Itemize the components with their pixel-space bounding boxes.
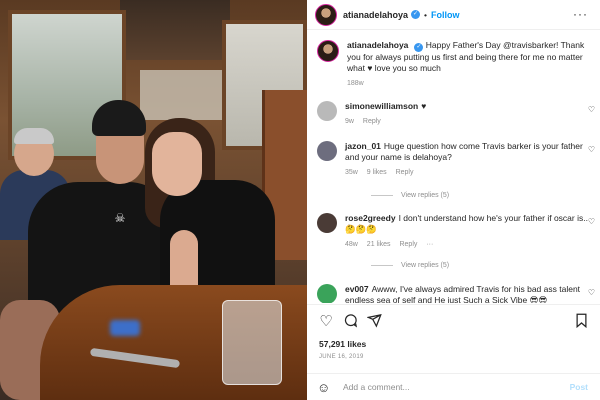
- post-sidebar: atianadelahoya ✓ • Follow ··· atianadela…: [307, 0, 600, 400]
- verified-badge-icon: ✓: [414, 43, 424, 52]
- comment-item: simonewilliamson ♥ 9w Reply ♡: [317, 101, 595, 127]
- heart-icon[interactable]: ♡: [317, 313, 335, 331]
- comment-username[interactable]: rose2greedy: [345, 213, 396, 223]
- post-date: JUNE 16, 2019: [319, 354, 364, 360]
- post-photo[interactable]: ☠: [0, 0, 307, 400]
- comment-text: ♥: [421, 101, 427, 111]
- comments-list[interactable]: atianadelahoya ✓ Happy Father's Day @trav…: [307, 31, 600, 303]
- caption-meta: 188w: [347, 78, 595, 89]
- comment-meta: 35w 9 likes Reply: [345, 167, 595, 178]
- comment-meta: 48w 21 likes Reply ···: [345, 239, 595, 250]
- caption-body: atianadelahoya ✓ Happy Father's Day @trav…: [347, 40, 595, 89]
- comment-avatar[interactable]: [317, 213, 337, 233]
- comment-more-icon[interactable]: ···: [426, 241, 433, 248]
- share-icon[interactable]: [365, 313, 383, 331]
- comment-likes[interactable]: 9 likes: [367, 169, 387, 176]
- instagram-post: ☠ atianadelahoya ✓ • Follow ··· atianade…: [0, 0, 600, 400]
- skull-logo-icon: ☠: [114, 211, 126, 225]
- view-replies-button[interactable]: View replies (5): [371, 262, 449, 269]
- like-comment-heart-icon[interactable]: ♡: [588, 217, 595, 226]
- photo-ceiling: [120, 0, 230, 60]
- header-username[interactable]: atianadelahoya: [343, 10, 408, 20]
- reply-button[interactable]: Reply: [396, 169, 414, 176]
- comment-username[interactable]: ev007: [345, 284, 369, 294]
- comment-icon[interactable]: [341, 313, 359, 331]
- likes-count[interactable]: 57,291 likes: [319, 339, 366, 349]
- post-header: atianadelahoya ✓ • Follow ···: [307, 0, 600, 30]
- comment-username[interactable]: jazon_01: [345, 141, 381, 151]
- photo-glass: [222, 300, 282, 385]
- comment-body: rose2greedy I don't understand how he's y…: [345, 213, 595, 250]
- reply-button[interactable]: Reply: [399, 241, 417, 248]
- comment-time: 48w: [345, 241, 358, 248]
- caption-time: 188w: [347, 80, 364, 87]
- avatar[interactable]: [315, 3, 337, 26]
- caption-username[interactable]: atianadelahoya: [347, 40, 408, 50]
- follow-button[interactable]: Follow: [431, 10, 460, 20]
- verified-badge-icon: ✓: [411, 10, 421, 19]
- comment-time: 35w: [345, 169, 358, 176]
- comment-item: ev007 Awww, I've always admired Travis fo…: [317, 284, 595, 303]
- photo-shelf: [140, 70, 230, 120]
- reply-button[interactable]: Reply: [363, 118, 381, 125]
- comment-username[interactable]: simonewilliamson: [345, 101, 418, 111]
- comment-avatar[interactable]: [317, 141, 337, 161]
- like-comment-heart-icon[interactable]: ♡: [588, 145, 595, 154]
- add-comment-bar: ☺ Post: [307, 373, 600, 400]
- photo-background-person-hair: [14, 128, 54, 144]
- comment-item: jazon_01 Huge question how come Travis ba…: [317, 141, 595, 178]
- bookmark-icon[interactable]: [572, 313, 590, 331]
- like-comment-heart-icon[interactable]: ♡: [588, 105, 595, 114]
- photo-girl-face: [152, 132, 202, 196]
- comment-item: rose2greedy I don't understand how he's y…: [317, 213, 595, 250]
- like-comment-heart-icon[interactable]: ♡: [588, 288, 595, 297]
- comment-likes[interactable]: 21 likes: [367, 241, 391, 248]
- comment-meta: 9w Reply: [345, 116, 595, 127]
- view-replies-button[interactable]: View replies (5): [371, 192, 449, 199]
- comment-time: 9w: [345, 118, 354, 125]
- comment-body: simonewilliamson ♥ 9w Reply: [345, 101, 595, 127]
- comment-text: Awww, I've always admired Travis for his…: [345, 284, 581, 303]
- more-options-icon[interactable]: ···: [573, 7, 588, 21]
- caption: atianadelahoya ✓ Happy Father's Day @trav…: [317, 40, 595, 89]
- caption-avatar[interactable]: [317, 40, 339, 62]
- comment-avatar[interactable]: [317, 284, 337, 303]
- emoji-icon[interactable]: ☺: [317, 380, 335, 395]
- action-bar: ♡ 57,291 likes JUNE 16, 2019: [307, 304, 600, 374]
- comment-body: jazon_01 Huge question how come Travis ba…: [345, 141, 595, 178]
- comment-avatar[interactable]: [317, 101, 337, 121]
- separator-dot: •: [424, 9, 428, 20]
- comment-body: ev007 Awww, I've always admired Travis fo…: [345, 284, 595, 303]
- add-comment-input[interactable]: [343, 382, 570, 392]
- post-comment-button[interactable]: Post: [570, 382, 588, 392]
- photo-blurred-object: [110, 320, 140, 336]
